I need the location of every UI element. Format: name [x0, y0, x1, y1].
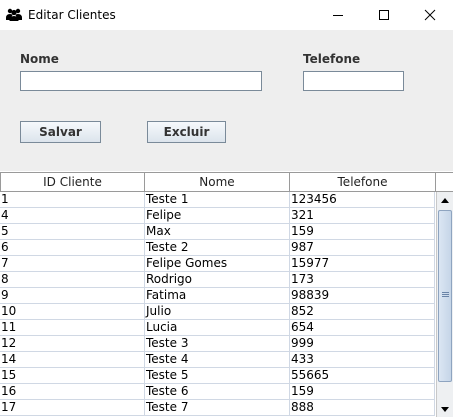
form-panel: Nome Telefone Salvar Excluir: [0, 30, 453, 171]
table-row[interactable]: 4 Felipe 321: [0, 208, 435, 224]
scroll-up-icon: [441, 197, 449, 203]
title-bar: Editar Clientes: [0, 0, 453, 30]
cell-telefone: 55665: [290, 368, 435, 384]
maximize-button[interactable]: [361, 0, 407, 30]
cell-nome: Teste 6: [145, 384, 290, 400]
clients-table: ID Cliente Nome Telefone 1 Teste 1 12345…: [0, 172, 453, 417]
cell-id: 4: [0, 208, 145, 224]
scroll-down-button[interactable]: [437, 401, 453, 417]
nome-label: Nome: [20, 52, 59, 66]
table-row[interactable]: 8 Rodrigo 173: [0, 272, 435, 288]
cell-nome: Teste 5: [145, 368, 290, 384]
cell-telefone: 173: [290, 272, 435, 288]
cell-telefone: 433: [290, 352, 435, 368]
cell-id: 15: [0, 368, 145, 384]
cell-telefone: 159: [290, 384, 435, 400]
cell-id: 8: [0, 272, 145, 288]
cell-id: 11: [0, 320, 145, 336]
grip-line: [442, 296, 449, 297]
cell-id: 14: [0, 352, 145, 368]
table-row[interactable]: 17 Teste 7 888: [0, 400, 435, 416]
cell-nome: Teste 1: [145, 192, 290, 208]
cell-nome: Rodrigo: [145, 272, 290, 288]
cell-telefone: 15977: [290, 256, 435, 272]
close-button[interactable]: [407, 0, 453, 30]
cell-id: 10: [0, 304, 145, 320]
cell-telefone: 987: [290, 240, 435, 256]
window-title: Editar Clientes: [28, 8, 116, 22]
cell-nome: Teste 3: [145, 336, 290, 352]
cell-id: 12: [0, 336, 145, 352]
minimize-icon: [333, 15, 343, 16]
cell-telefone: 888: [290, 400, 435, 416]
cell-telefone: 321: [290, 208, 435, 224]
scroll-down-icon: [441, 406, 449, 412]
cell-telefone: 852: [290, 304, 435, 320]
table-row[interactable]: 6 Teste 2 987: [0, 240, 435, 256]
cell-id: 6: [0, 240, 145, 256]
vertical-scrollbar[interactable]: [436, 192, 453, 417]
table-row[interactable]: 12 Teste 3 999: [0, 336, 435, 352]
cell-id: 1: [0, 192, 145, 208]
salvar-button[interactable]: Salvar: [20, 121, 101, 143]
cell-nome: Max: [145, 224, 290, 240]
table-body: 1 Teste 1 123456 4 Felipe 321 5 Max 15 9 …: [0, 192, 435, 417]
cell-nome: Fatima: [145, 288, 290, 304]
table-row[interactable]: 11 Lucia 654: [0, 320, 435, 336]
table-row[interactable]: 7 Felipe Gomes 15977: [0, 256, 435, 272]
cell-nome: Felipe: [145, 208, 290, 224]
cell-nome: Julio: [145, 304, 290, 320]
table-row[interactable]: 1 Teste 1 123456: [0, 192, 435, 208]
cell-nome: Teste 7: [145, 400, 290, 416]
grip-line: [442, 292, 449, 293]
cell-id: 7: [0, 256, 145, 272]
cell-nome: Teste 4: [145, 352, 290, 368]
column-header-id[interactable]: ID Cliente: [0, 172, 145, 192]
cell-telefone: 98839: [290, 288, 435, 304]
maximize-icon: [379, 10, 389, 20]
telefone-input[interactable]: [303, 71, 404, 91]
scroll-up-button[interactable]: [437, 192, 453, 208]
cell-id: 5: [0, 224, 145, 240]
close-icon: [424, 9, 436, 21]
excluir-button[interactable]: Excluir: [147, 121, 226, 143]
cell-id: 17: [0, 400, 145, 416]
grip-line: [442, 294, 449, 295]
cell-nome: Teste 2: [145, 240, 290, 256]
table-row[interactable]: 16 Teste 6 159: [0, 384, 435, 400]
minimize-button[interactable]: [315, 0, 361, 30]
table-header: ID Cliente Nome Telefone: [0, 172, 436, 192]
cell-nome: Felipe Gomes: [145, 256, 290, 272]
scroll-thumb[interactable]: [438, 210, 452, 382]
cell-telefone: 159: [290, 224, 435, 240]
table-row[interactable]: 10 Julio 852: [0, 304, 435, 320]
nome-input[interactable]: [20, 71, 262, 91]
cell-telefone: 123456: [290, 192, 435, 208]
cell-id: 9: [0, 288, 145, 304]
cell-telefone: 999: [290, 336, 435, 352]
cell-nome: Lucia: [145, 320, 290, 336]
table-row[interactable]: 15 Teste 5 55665: [0, 368, 435, 384]
cell-id: 16: [0, 384, 145, 400]
column-header-telefone[interactable]: Telefone: [290, 172, 436, 192]
table-row[interactable]: 14 Teste 4 433: [0, 352, 435, 368]
telefone-label: Telefone: [303, 52, 361, 66]
table-corner: [436, 172, 453, 192]
column-header-nome[interactable]: Nome: [145, 172, 290, 192]
cell-telefone: 654: [290, 320, 435, 336]
table-row[interactable]: 9 Fatima 98839: [0, 288, 435, 304]
table-row[interactable]: 5 Max 159: [0, 224, 435, 240]
users-icon: [6, 8, 22, 21]
